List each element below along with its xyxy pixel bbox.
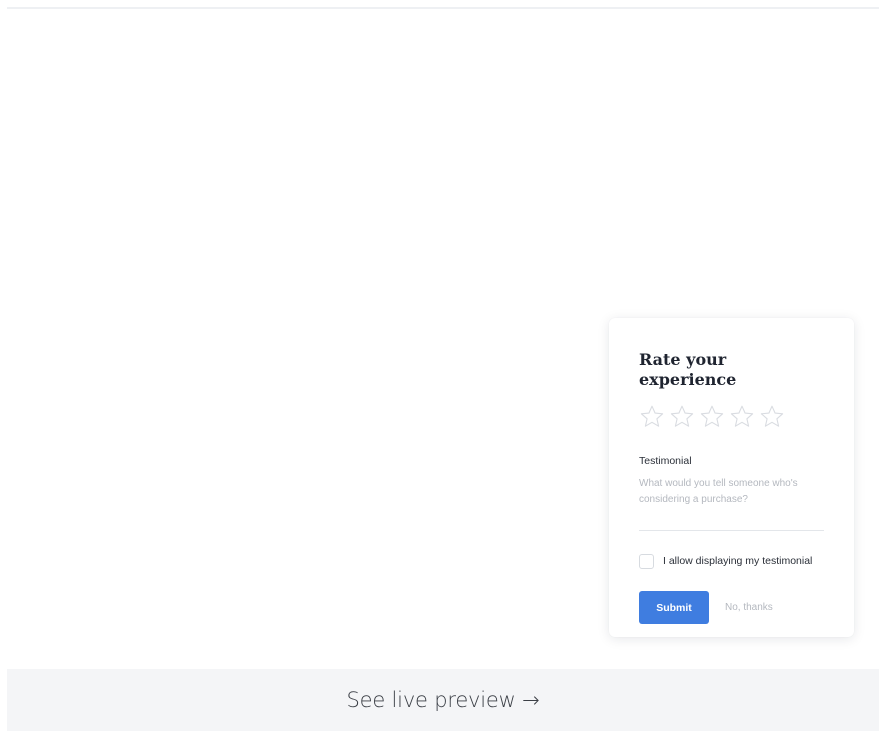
rating-widget-card: Rate your experience Testimonial I allow… <box>609 318 854 637</box>
star-1-icon[interactable] <box>639 404 665 430</box>
preview-frame: Rate your experience Testimonial I allow… <box>7 7 879 731</box>
consent-checkbox[interactable] <box>639 553 654 569</box>
star-rating <box>639 404 824 432</box>
no-thanks-link[interactable]: No, thanks <box>725 602 773 613</box>
testimonial-label: Testimonial <box>639 455 692 467</box>
submit-button[interactable]: Submit <box>639 591 709 624</box>
widget-title: Rate your experience <box>639 350 737 389</box>
consent-row[interactable]: I allow displaying my testimonial <box>639 552 824 570</box>
star-4-icon[interactable] <box>729 404 755 430</box>
see-live-preview-link[interactable]: See live preview → <box>7 669 879 731</box>
preview-stage: Rate your experience Testimonial I allow… <box>7 9 879 669</box>
widget-actions: Submit No, thanks <box>639 591 824 624</box>
star-5-icon[interactable] <box>759 404 785 430</box>
consent-label[interactable]: I allow displaying my testimonial <box>663 555 812 567</box>
testimonial-input[interactable] <box>639 476 824 531</box>
star-2-icon[interactable] <box>669 404 695 430</box>
star-3-icon[interactable] <box>699 404 725 430</box>
